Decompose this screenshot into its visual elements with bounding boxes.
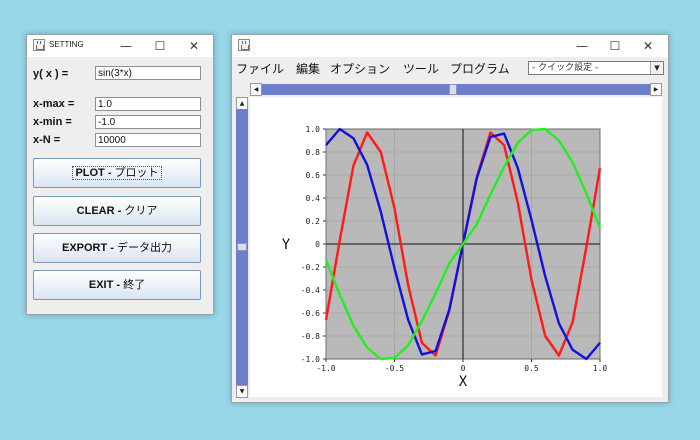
settings-window: SETTING — ☐ ✕ y( x ) = sin(3*x) x-max = … bbox=[26, 34, 214, 315]
close-button[interactable]: ✕ bbox=[177, 35, 211, 57]
x-tick-label: -1.0 bbox=[316, 364, 335, 373]
minimize-button[interactable]: — bbox=[565, 35, 599, 57]
maximize-button[interactable]: ☐ bbox=[143, 35, 177, 57]
xmin-input[interactable]: -1.0 bbox=[95, 115, 201, 129]
chart: 1.0 0.8 0.6 0.4 0.2 0 -0.2 -0.4 -0.6 -0.8 -1.0-1.0… bbox=[282, 125, 608, 390]
minimize-button[interactable]: — bbox=[109, 35, 143, 57]
clear-button-label: CLEAR - bbox=[76, 205, 125, 217]
menu-edit[interactable]: 編集 bbox=[296, 60, 320, 77]
xn-label: x-N = bbox=[33, 134, 61, 146]
y-tick-label: 0 bbox=[315, 240, 320, 249]
quick-settings-dropdown[interactable]: - クイック設定 - ▼ bbox=[528, 61, 664, 75]
menu-file[interactable]: ファイル bbox=[236, 60, 284, 77]
x-tick-label: 0.5 bbox=[524, 364, 539, 373]
y-tick-label: 0.2 bbox=[306, 217, 321, 226]
java-app-icon bbox=[238, 39, 250, 51]
chevron-down-icon[interactable]: ▼ bbox=[650, 62, 663, 74]
exit-button-label-jp: 終了 bbox=[123, 279, 146, 291]
xmax-input[interactable]: 1.0 bbox=[95, 97, 201, 111]
xmax-label: x-max = bbox=[33, 98, 75, 110]
clear-button[interactable]: CLEAR - クリア bbox=[33, 196, 201, 226]
y-tick-label: 0.4 bbox=[306, 194, 321, 203]
y-tick-label: -0.8 bbox=[301, 332, 320, 341]
java-app-icon bbox=[33, 39, 45, 51]
exit-button-label: EXIT - bbox=[88, 279, 124, 291]
scroll-right-icon[interactable]: ▶ bbox=[650, 83, 662, 96]
y-tick-label: -0.4 bbox=[301, 286, 320, 295]
y-tick-label: -1.0 bbox=[301, 355, 320, 364]
x-tick-label: 1.0 bbox=[593, 364, 608, 373]
y-axis-label: Y bbox=[282, 237, 291, 253]
horizontal-scroll-thumb[interactable] bbox=[449, 84, 457, 95]
horizontal-scrollbar[interactable]: ◀ ▶ bbox=[250, 83, 662, 96]
y-tick-label: -0.6 bbox=[301, 309, 320, 318]
scroll-left-icon[interactable]: ◀ bbox=[250, 83, 262, 96]
plot-button[interactable]: PLOT - プロット bbox=[33, 158, 201, 188]
y-tick-label: -0.2 bbox=[301, 263, 320, 272]
settings-titlebar: SETTING — ☐ ✕ bbox=[27, 35, 213, 57]
x-tick-label: 0 bbox=[461, 364, 466, 373]
function-label: y( x ) = bbox=[33, 68, 69, 80]
quick-settings-value: - クイック設定 - bbox=[532, 63, 599, 73]
clear-button-label-jp: クリア bbox=[124, 205, 158, 217]
xmin-label: x-min = bbox=[33, 116, 72, 128]
y-tick-label: 0.6 bbox=[306, 171, 321, 180]
menu-program[interactable]: プログラム bbox=[450, 60, 510, 77]
function-input[interactable]: sin(3*x) bbox=[95, 66, 201, 80]
export-button[interactable]: EXPORT - データ出力 bbox=[33, 233, 201, 263]
export-button-label-jp: データ出力 bbox=[117, 242, 172, 254]
menu-tools[interactable]: ツール bbox=[403, 60, 439, 77]
xn-input[interactable]: 10000 bbox=[95, 133, 201, 147]
vertical-scrollbar[interactable]: ▲ ▼ bbox=[236, 97, 248, 398]
close-button[interactable]: ✕ bbox=[631, 35, 665, 57]
y-tick-label: 0.8 bbox=[306, 148, 321, 157]
exit-button[interactable]: EXIT - 終了 bbox=[33, 270, 201, 300]
x-tick-label: -0.5 bbox=[385, 364, 404, 373]
plot-button-label-jp: プロット bbox=[114, 167, 159, 179]
plot-titlebar: — ☐ ✕ bbox=[232, 35, 668, 57]
settings-title: SETTING bbox=[49, 40, 84, 49]
menu-options[interactable]: オプション bbox=[330, 60, 390, 77]
maximize-button[interactable]: ☐ bbox=[598, 35, 632, 57]
y-tick-label: 1.0 bbox=[306, 125, 321, 134]
scroll-down-icon[interactable]: ▼ bbox=[236, 385, 248, 398]
export-button-label: EXPORT - bbox=[61, 242, 117, 254]
vertical-scroll-thumb[interactable] bbox=[237, 243, 247, 251]
plot-panel: 1.0 0.8 0.6 0.4 0.2 0 -0.2 -0.4 -0.6 -0.8 -1.0 -1.0… bbox=[250, 97, 662, 397]
plot-window: — ☐ ✕ ファイル 編集 オプション ツール プログラム - クイック設定 -… bbox=[231, 34, 669, 403]
x-axis-label: X bbox=[459, 374, 468, 390]
plot-button-focus: PLOT - プロット bbox=[72, 166, 162, 180]
plot-button-label: PLOT - bbox=[75, 167, 115, 179]
